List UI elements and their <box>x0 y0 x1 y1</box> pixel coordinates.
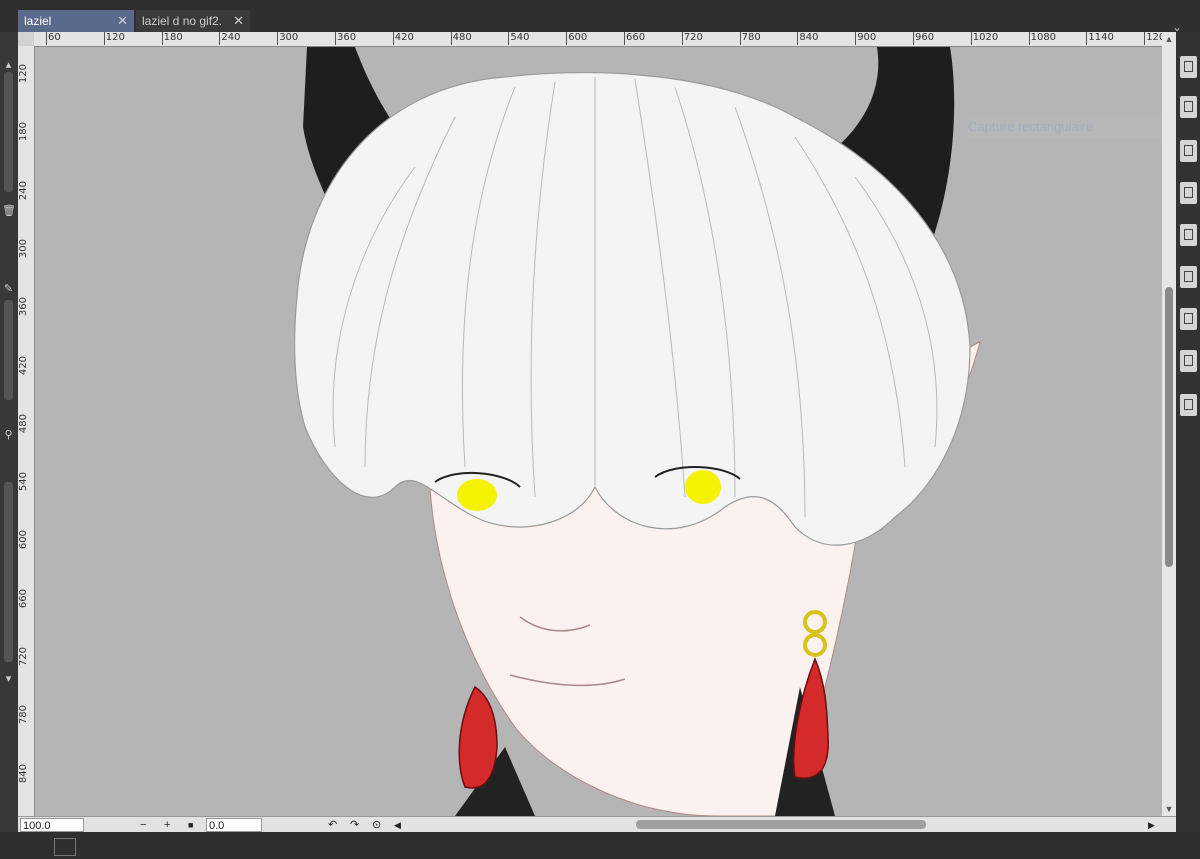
bottom-panel-bar <box>0 832 1200 859</box>
horizontal-scroll-thumb[interactable] <box>636 820 926 829</box>
right-eye <box>685 470 721 504</box>
vertical-scroll-thumb[interactable] <box>1165 287 1173 567</box>
ruler-tick-label: 1080 <box>1028 32 1057 45</box>
left-eye <box>457 479 497 511</box>
tab-label: laziel d no gif2. <box>142 14 223 28</box>
rotate-right-icon[interactable]: ↷ <box>350 818 359 832</box>
ruler-tick-label: 780 <box>739 32 761 45</box>
ruler-tick-label: 120 <box>18 64 29 84</box>
ruler-tick-label: 420 <box>18 355 29 375</box>
zoom-out-button[interactable]: − <box>140 818 146 832</box>
panel-icon[interactable] <box>1180 182 1197 204</box>
close-icon[interactable]: ✕ <box>117 10 128 32</box>
scroll-right-icon[interactable]: ▶ <box>1148 818 1155 832</box>
tab-laziel-gif[interactable]: laziel d no gif2. ✕ <box>136 10 250 32</box>
panel-icon[interactable] <box>1180 308 1197 330</box>
ruler-tick-label: 180 <box>161 32 183 45</box>
close-icon[interactable]: ✕ <box>233 10 244 32</box>
ruler-tick-label: 720 <box>681 32 703 45</box>
reset-rotation-icon[interactable]: ⊙ <box>372 818 381 832</box>
ruler-tick-label: 480 <box>18 413 29 433</box>
ruler-tick-label: 540 <box>508 32 530 45</box>
horizontal-ruler: 60 120 180 240 300 360 420 480 540 600 660 720 780 84… <box>34 32 1162 47</box>
ruler-tick-label: 120 <box>103 32 125 45</box>
zoom-field[interactable]: 100.0 <box>20 818 84 832</box>
ruler-tick-label: 600 <box>18 530 29 550</box>
left-earring <box>458 685 498 789</box>
capture-tooltip: Capture rectangulaire <box>968 116 1166 138</box>
ruler-tick-label: 420 <box>392 32 414 45</box>
panel-icon[interactable] <box>1180 350 1197 372</box>
rotation-field[interactable]: 0.0 <box>206 818 262 832</box>
ruler-tick-label: 1140 <box>1086 32 1114 45</box>
ruler-tick-label: 360 <box>334 32 357 45</box>
rotate-left-icon[interactable]: ↶ <box>328 818 337 832</box>
fit-button[interactable]: ■ <box>188 818 193 832</box>
panel-scrollbar[interactable] <box>4 72 13 192</box>
ruler-tick-label: 600 <box>566 32 588 45</box>
illustration <box>294 47 981 816</box>
panel-icon[interactable] <box>1180 266 1197 288</box>
ruler-tick-label: 1200 <box>1144 32 1162 45</box>
right-dock <box>1176 32 1200 832</box>
tab-laziel[interactable]: laziel ✕ <box>18 10 134 32</box>
panel-scrollbar[interactable] <box>4 300 13 400</box>
ruler-tick-label: 720 <box>18 647 29 667</box>
ruler-tick-label: 360 <box>18 297 29 317</box>
ruler-tick-label: 840 <box>797 32 819 45</box>
trash-icon[interactable]: 🗑 <box>2 204 16 218</box>
ruler-tick-label: 300 <box>18 238 29 258</box>
ruler-tick-label: 240 <box>18 180 29 200</box>
panel-icon[interactable] <box>1180 394 1197 416</box>
drawing-canvas[interactable] <box>35 47 1162 816</box>
search-icon[interactable]: ⚲ <box>2 428 15 442</box>
ruler-tick-label: 660 <box>623 32 646 45</box>
panel-icon[interactable] <box>1180 56 1197 78</box>
scroll-down-icon[interactable]: ▼ <box>1162 802 1176 816</box>
ruler-tick-label: 300 <box>277 32 299 45</box>
ruler-tick-label: 540 <box>18 472 29 492</box>
panel-icon[interactable] <box>1180 96 1197 118</box>
tab-label: laziel <box>24 14 52 28</box>
vertical-scrollbar[interactable]: ▲ ▼ <box>1162 32 1176 816</box>
scroll-up-icon[interactable]: ▲ <box>1162 32 1176 46</box>
brush-icon[interactable]: ✎ <box>2 282 15 296</box>
vertical-ruler: 120 180 240 300 360 420 480 540 600 660 720 780 840 <box>18 46 35 816</box>
ruler-tick-label: 1020 <box>970 32 999 45</box>
panel-icon[interactable] <box>1180 140 1197 162</box>
scroll-left-icon[interactable]: ◀ <box>394 818 401 832</box>
ruler-tick-label: 900 <box>855 32 877 45</box>
ruler-corner <box>18 32 34 46</box>
ruler-tick-label: 840 <box>18 763 29 783</box>
ruler-tick-label: 60 <box>46 32 61 45</box>
ruler-tick-label: 180 <box>18 122 29 142</box>
chevron-down-icon[interactable]: ▾ <box>2 672 15 686</box>
left-tool-panel: ▴ 🗑 ✎ ⚲ ▾ <box>0 32 18 832</box>
zoom-in-button[interactable]: + <box>164 818 170 832</box>
toolbar-strip <box>0 0 1200 8</box>
document-tab-bar: laziel ✕ laziel d no gif2. ✕ ⌄ <box>0 8 1200 34</box>
ruler-tick-label: 480 <box>450 32 472 45</box>
ruler-tick-label: 240 <box>219 32 241 45</box>
ruler-tick-label: 960 <box>912 32 935 45</box>
panel-icon[interactable] <box>1180 224 1197 246</box>
layer-panel-icon[interactable] <box>54 838 76 856</box>
ruler-tick-label: 780 <box>18 705 29 725</box>
ruler-tick-label: 660 <box>18 588 29 608</box>
scroll-up-icon[interactable]: ▴ <box>2 58 15 72</box>
panel-scrollbar[interactable] <box>4 482 13 662</box>
status-bar: 100.0 − + ■ 0.0 ↶ ↷ ⊙ ◀ ▶ <box>18 816 1176 833</box>
